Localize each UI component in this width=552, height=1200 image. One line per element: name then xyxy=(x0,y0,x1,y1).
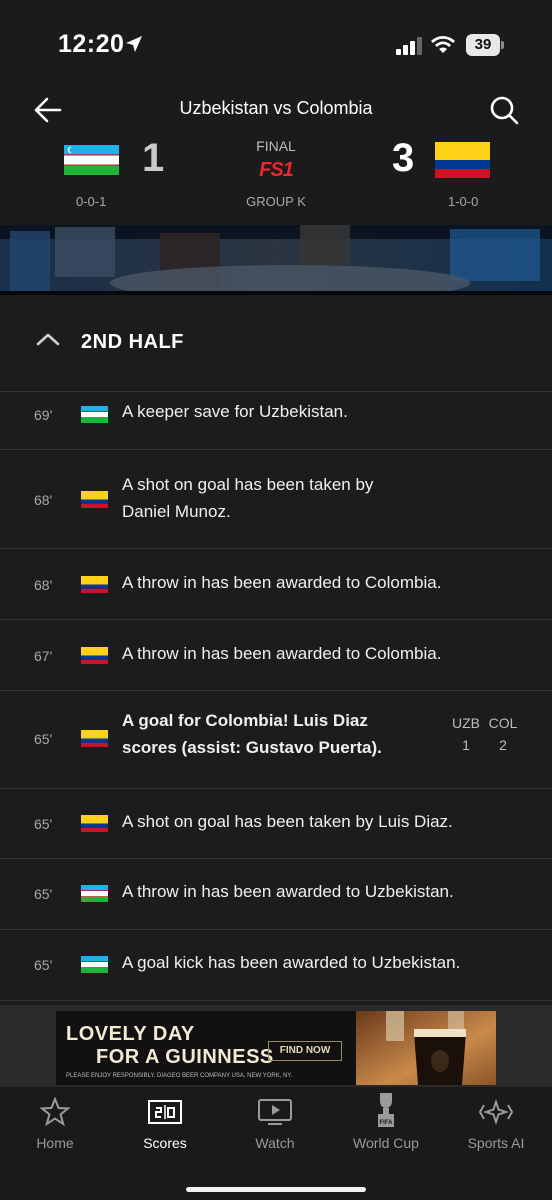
tab-label: World Cup xyxy=(353,1135,419,1151)
home-score: 1 xyxy=(462,737,470,753)
colombia-flag-icon xyxy=(81,815,108,832)
event-minute: 65' xyxy=(34,816,53,832)
feed-event[interactable]: 67' A throw in has been awarded to Colom… xyxy=(0,620,552,691)
event-text: A throw in has been awarded to Colombia. xyxy=(122,644,442,663)
trophy-icon: FIFA xyxy=(378,1093,394,1127)
tab-watch[interactable]: Watch xyxy=(220,1087,330,1157)
event-text: A keeper save for Uzbekistan. xyxy=(122,402,348,421)
tab-label: Scores xyxy=(143,1135,187,1151)
event-text: A throw in has been awarded to Uzbekista… xyxy=(122,882,454,901)
battery-icon: 39 xyxy=(466,34,504,56)
ad-headline-2: FOR A GUINNESS xyxy=(96,1046,274,1068)
event-text-line-2: scores (assist: Gustavo Puerta). xyxy=(122,738,382,757)
feed-event[interactable]: 65' A throw in has been awarded to Uzbek… xyxy=(0,859,552,930)
home-record: 0-0-1 xyxy=(76,194,107,209)
feed-event[interactable]: 68' A throw in has been awarded to Colom… xyxy=(0,549,552,620)
ad-cta-button[interactable]: FIND NOW xyxy=(268,1041,342,1061)
colombia-flag-icon xyxy=(81,491,108,508)
away-score: 3 xyxy=(392,136,415,180)
wifi-icon xyxy=(431,36,455,53)
tab-sports-ai[interactable]: Sports AI xyxy=(441,1087,551,1157)
match-header: Uzbekistan vs Colombia 1 FINAL FS1 3 0-0… xyxy=(0,90,552,225)
status-time: 12:20 xyxy=(58,30,125,58)
ad-headline-1: LOVELY DAY xyxy=(66,1023,195,1045)
play-by-play-feed[interactable]: 2ND HALF 69' A keeper save for Uzbekista… xyxy=(0,295,552,1005)
away-score: 2 xyxy=(499,737,507,753)
feed-event[interactable]: 69' A keeper save for Uzbekistan. xyxy=(0,392,552,450)
star-icon xyxy=(40,1097,70,1127)
feed-event-goal[interactable]: 65' A goal for Colombia! Luis Diaz score… xyxy=(0,691,552,789)
match-status: FINAL xyxy=(256,138,296,154)
event-text: A goal kick has been awarded to Uzbekist… xyxy=(122,953,461,972)
network-logo: FS1 xyxy=(259,159,294,181)
goal-score-summary: UZB COL 1 2 xyxy=(446,715,536,761)
scoreboard-icon xyxy=(148,1100,182,1124)
ad-banner-container: LOVELY DAY FOR A GUINNESS FIND NOW PLEAS… xyxy=(0,1005,552,1087)
event-text-line-2: Daniel Munoz. xyxy=(122,502,231,521)
event-text: A shot on goal has been taken by Luis Di… xyxy=(122,812,453,831)
uzbekistan-flag-icon xyxy=(81,406,108,423)
feed-event[interactable]: 65' A goal kick has been awarded to Uzbe… xyxy=(0,930,552,1001)
event-minute: 68' xyxy=(34,492,53,508)
location-arrow-icon xyxy=(126,36,142,52)
colombia-flag-icon xyxy=(81,576,108,593)
back-arrow-icon[interactable] xyxy=(30,92,66,128)
tab-world-cup[interactable]: FIFA World Cup xyxy=(331,1087,441,1157)
event-text: A throw in has been awarded to Colombia. xyxy=(122,573,442,592)
section-title: 2ND HALF xyxy=(81,331,184,353)
home-abbr: UZB xyxy=(452,715,480,731)
tv-play-icon xyxy=(258,1099,292,1125)
tab-label: Sports AI xyxy=(467,1135,525,1151)
ad-banner[interactable]: LOVELY DAY FOR A GUINNESS FIND NOW PLEAS… xyxy=(56,1011,496,1085)
away-record: 1-0-0 xyxy=(448,194,479,209)
uzbekistan-flag-icon xyxy=(81,956,108,973)
feed-event[interactable]: 68' A shot on goal has been taken by Dan… xyxy=(0,450,552,549)
search-icon[interactable] xyxy=(486,92,522,128)
home-indicator[interactable] xyxy=(186,1187,366,1192)
tab-label: Home xyxy=(36,1135,74,1151)
section-header-2nd-half[interactable]: 2ND HALF xyxy=(0,295,552,392)
sparkle-icon xyxy=(478,1098,514,1126)
event-minute: 68' xyxy=(34,577,53,593)
event-minute: 65' xyxy=(34,886,53,902)
event-minute: 69' xyxy=(34,407,53,423)
uzbekistan-flag-icon[interactable] xyxy=(64,145,119,175)
ad-fine-print: PLEASE ENJOY RESPONSIBLY. DIAGEO BEER CO… xyxy=(66,1073,293,1079)
home-score: 1 xyxy=(142,136,165,180)
group-label: GROUP K xyxy=(246,194,306,209)
tab-scores[interactable]: Scores xyxy=(110,1087,220,1157)
colombia-flag-icon[interactable] xyxy=(435,142,490,178)
svg-text:FIFA: FIFA xyxy=(380,1120,394,1126)
event-text-line-1: A shot on goal has been taken by xyxy=(122,475,374,494)
event-minute: 65' xyxy=(34,731,53,747)
tab-label: Watch xyxy=(255,1135,295,1151)
event-minute: 67' xyxy=(34,648,53,664)
cellular-signal-icon xyxy=(396,37,422,55)
chevron-up-icon[interactable] xyxy=(36,331,60,347)
match-title: Uzbekistan vs Colombia xyxy=(179,98,373,118)
tab-home[interactable]: Home xyxy=(0,1087,110,1157)
video-player[interactable] xyxy=(0,225,552,295)
feed-event[interactable]: 65' A shot on goal has been taken by Lui… xyxy=(0,789,552,859)
away-abbr: COL xyxy=(488,715,518,731)
status-bar: 12:20 39 xyxy=(0,0,552,90)
beer-glass-image xyxy=(356,1011,496,1085)
colombia-flag-icon xyxy=(81,730,108,747)
event-text-line-1: A goal for Colombia! Luis Diaz xyxy=(122,711,368,730)
event-minute: 65' xyxy=(34,957,53,973)
bottom-tab-bar: Home Scores Watch FIFA World Cup Sports … xyxy=(0,1087,552,1200)
battery-level: 39 xyxy=(466,34,500,56)
colombia-flag-icon xyxy=(81,647,108,664)
uzbekistan-flag-icon xyxy=(81,885,108,902)
